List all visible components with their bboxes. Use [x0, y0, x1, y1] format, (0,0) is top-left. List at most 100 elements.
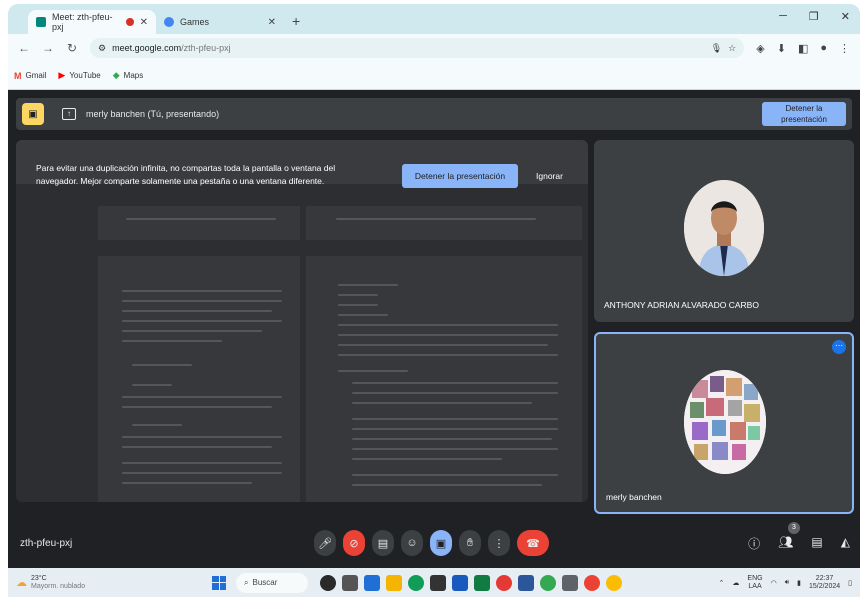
clock[interactable]: 22:37 15/2/2024 — [809, 575, 840, 591]
camera-off-icon: ⊘ — [349, 537, 359, 550]
weather-widget[interactable]: ☁ 23°C Mayorm. nublado — [16, 575, 196, 591]
task-view-icon[interactable] — [342, 574, 358, 591]
document-text-line — [352, 458, 502, 460]
language-indicator[interactable]: ENG LAA — [747, 575, 762, 591]
volume-icon[interactable]: 🔊︎ — [785, 579, 789, 587]
store-icon[interactable] — [430, 574, 446, 591]
edge-icon[interactable] — [408, 574, 424, 591]
bookmark-maps[interactable]: ◆ Maps — [113, 70, 143, 81]
new-tab-button[interactable]: + — [292, 10, 300, 34]
emoji-icon: ☺ — [406, 537, 418, 549]
excel-icon[interactable] — [474, 574, 490, 591]
bookmarks-bar: M Gmail ▶ YouTube ◆ Maps — [8, 62, 860, 90]
downloads-icon[interactable]: ⬇ — [777, 42, 786, 55]
maximize-icon[interactable]: ❐ — [809, 10, 819, 23]
bookmark-star-icon[interactable]: ☆ — [728, 43, 736, 54]
app-icon[interactable] — [562, 574, 578, 591]
onedrive-icon[interactable]: ☁ — [732, 579, 739, 587]
more-options-button[interactable]: ⋮ — [488, 530, 510, 556]
wifi-icon[interactable]: ◠ — [771, 579, 777, 587]
weather-text: 23°C Mayorm. nublado — [31, 575, 85, 591]
document-text-line — [122, 330, 262, 332]
stop-presenting-top-button[interactable]: Detener la presentación — [762, 102, 846, 126]
site-info-icon[interactable]: ⚙ — [98, 43, 106, 54]
minimize-icon[interactable]: ─ — [779, 10, 787, 23]
notification-icon[interactable]: ▯ — [848, 579, 852, 587]
present-screen-button[interactable]: ▣ — [430, 530, 452, 556]
meeting-controls-bar: zth-pfeu-pxj 🎤︎ ⊘ ▤ ☺ ▣ ✋︎ ⋮ ☎ 3 ⓘ 👥︎ ▤ … — [8, 522, 860, 568]
chrome-icon[interactable] — [540, 574, 556, 591]
address-bar[interactable]: ⚙ meet.google.com/zth-pfeu-pxj 🎙 ☆ — [90, 38, 745, 58]
microphone-button[interactable]: 🎤︎ — [314, 530, 336, 556]
tray-overflow-icon[interactable]: ⌃ — [719, 579, 725, 587]
more-options-icon[interactable]: ⋯ — [832, 340, 846, 354]
back-icon[interactable]: ← — [18, 41, 30, 55]
close-tab-icon[interactable]: ✕ — [268, 17, 276, 28]
tab-games[interactable]: Games ✕ — [156, 10, 284, 34]
chrome-icon[interactable] — [584, 574, 600, 591]
close-window-icon[interactable]: ✕ — [841, 10, 850, 23]
system-tray: ⌃ ☁ ENG LAA ◠ 🔊︎ ▮ 22:37 15/2/2024 ▯ — [719, 575, 860, 591]
opera-icon[interactable] — [496, 574, 512, 591]
meet-favicon-icon — [36, 17, 46, 27]
battery-icon[interactable]: ▮ — [797, 579, 801, 587]
url-text: meet.google.com/zth-pfeu-pxj — [112, 43, 231, 53]
people-icon[interactable]: 👥︎ — [778, 535, 793, 552]
app-icon[interactable] — [364, 574, 380, 591]
bookmark-youtube[interactable]: ▶ YouTube — [58, 70, 100, 81]
microphone-permission-icon[interactable]: 🎙 — [711, 43, 722, 54]
document-text-line — [352, 428, 558, 430]
activities-icon[interactable]: ◭ — [841, 535, 850, 552]
document-text-line — [122, 462, 282, 464]
ignore-button[interactable]: Ignorar — [536, 164, 563, 188]
document-text-line — [352, 402, 532, 404]
document-text-line — [122, 340, 222, 342]
app-icon[interactable] — [518, 574, 534, 591]
document-text-line — [122, 320, 282, 322]
tab-strip: Meet: zth-pfeu-pxj ✕ Games ✕ + ─ ❐ ✕ — [8, 4, 860, 34]
maps-icon: ◆ — [112, 70, 120, 80]
presenting-bar: ▣ ↑ merly banchen (Tú, presentando) Dete… — [16, 98, 852, 130]
document-text-line — [352, 418, 558, 420]
camera-off-button[interactable]: ⊘ — [343, 530, 365, 556]
chrome-icon[interactable] — [606, 574, 622, 591]
date: 15/2/2024 — [808, 582, 841, 590]
reload-icon[interactable]: ↻ — [66, 41, 78, 55]
raise-hand-button[interactable]: ✋︎ — [459, 530, 481, 556]
presenting-label: merly banchen (Tú, presentando) — [86, 109, 220, 119]
file-explorer-icon[interactable] — [386, 574, 402, 591]
close-tab-icon[interactable]: ✕ — [140, 17, 148, 28]
word-icon[interactable] — [452, 574, 468, 591]
profile-icon[interactable]: ● — [820, 42, 827, 54]
end-call-button[interactable]: ☎ — [517, 530, 549, 556]
bookmark-gmail[interactable]: M Gmail — [14, 71, 46, 81]
time: 22:37 — [815, 574, 834, 582]
windows-start-icon[interactable] — [212, 575, 226, 590]
meeting-info-icon[interactable]: ⓘ — [748, 535, 760, 552]
hand-icon: ✋︎ — [466, 536, 474, 549]
presentation-badge-icon: ▣ — [22, 103, 44, 125]
document-text-line — [338, 284, 398, 286]
participant-tile[interactable]: ANTHONY ADRIAN ALVARADO CARBO — [594, 140, 854, 322]
weather-description: Mayorm. nublado — [31, 582, 86, 590]
menu-icon[interactable]: ⋮ — [839, 42, 850, 55]
document-text-line — [338, 304, 378, 306]
participant-photo — [684, 180, 764, 276]
document-page — [98, 256, 300, 502]
youtube-icon: ▶ — [58, 70, 66, 80]
copilot-icon[interactable] — [320, 574, 336, 591]
language-top: ENG — [747, 574, 763, 582]
document-text-line — [132, 424, 182, 426]
stop-presenting-button[interactable]: Detener la presentación — [402, 164, 518, 188]
document-text-line — [122, 436, 282, 438]
document-text-line — [352, 448, 558, 450]
forward-icon[interactable]: → — [42, 41, 54, 55]
participant-tile-self[interactable]: ⋯ merly banchen — [594, 332, 854, 514]
sidepanel-icon[interactable]: ◧ — [798, 42, 808, 55]
reactions-button[interactable]: ☺ — [401, 530, 423, 556]
extension-icon[interactable]: ◈ — [756, 42, 764, 55]
tab-meet[interactable]: Meet: zth-pfeu-pxj ✕ — [28, 10, 156, 34]
captions-button[interactable]: ▤ — [372, 530, 394, 556]
taskbar-search[interactable]: ⌕ Buscar — [236, 572, 308, 593]
chat-icon[interactable]: ▤ — [811, 535, 822, 552]
